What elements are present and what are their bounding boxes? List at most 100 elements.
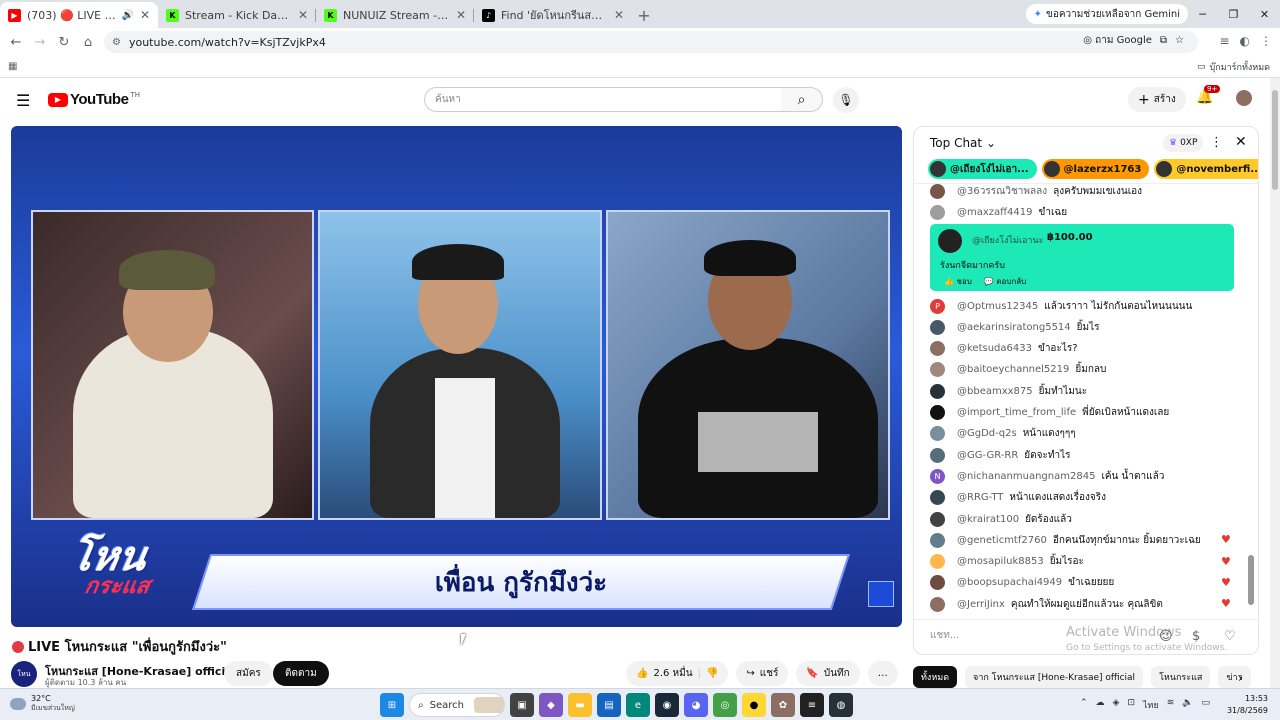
chat-author-name[interactable]: @Optmus12345 [957,301,1038,312]
chat-author-name[interactable]: @nichananmuangnam2845 [957,471,1095,482]
audio-icon[interactable]: 🔊 [121,10,133,21]
hamburger-menu-icon[interactable]: ☰ [16,91,30,110]
language-indicator[interactable]: ไทย [1143,698,1159,712]
file-explorer-icon[interactable]: ▬ [568,693,592,717]
chat-author-name[interactable]: @ketsuda6433 [957,343,1032,354]
chevron-right-icon[interactable]: › [1238,671,1243,685]
chat-author-name[interactable]: @GG-GR-RR [957,450,1018,461]
discord-icon[interactable]: ◕ [684,693,708,717]
notifications-button[interactable]: 🔔 9+ [1196,85,1221,105]
taskbar-search[interactable]: ⌕ Search [409,693,505,717]
chat-author-name[interactable]: @mosapiluk8853 [957,556,1044,567]
chat-message[interactable]: @maxzaff4419 ขำเฉย [930,202,1067,222]
chat-message[interactable]: @boopsupachai4949 ขำเฉยยยย [930,573,1114,593]
new-tab-button[interactable]: + [632,2,656,28]
windows-start-icon[interactable]: ⊞ [380,693,404,717]
browser-tab-tiktok[interactable]: ♪ Find 'ยัดโหนกรีนสตาสุด' on TikTok ✕ [474,2,632,28]
taskbar-clock[interactable]: 13:53 31/8/2569 [1227,693,1268,717]
browser-tab-youtube[interactable]: ▶ (703) 🔴 LIVE โหนกระแส "เพื่อนกูรักมึงว… [0,2,158,28]
home-icon[interactable]: ⌂ [76,30,100,54]
close-tab-icon[interactable]: ✕ [298,8,308,22]
filter-chip[interactable]: ข่าว [1218,666,1251,688]
apps-grid-icon[interactable]: ▦ [8,61,17,72]
edge-icon[interactable]: e [626,693,650,717]
close-chat-icon[interactable]: ✕ [1235,134,1247,150]
xp-badge[interactable]: ♛ 0XP [1163,134,1204,152]
google-lens-button[interactable]: ◎ ถาม Google [1083,33,1152,48]
chat-author-name[interactable]: @JerriJinx [957,599,1005,610]
chat-message[interactable]: @RRG-TT หน้าแดงแสดงเรื่องจริง [930,488,1106,508]
join-button[interactable]: สมัคร [224,661,273,686]
top-chat-dropdown[interactable]: Top Chat ⌄ [930,136,996,150]
chat-message[interactable]: @36วรรณวิชาพลลง ลุงครับพมมเขเงนเอง [930,184,1142,201]
shield-icon[interactable]: ◈ [1113,698,1120,712]
extension-icon[interactable]: ◐ [1240,34,1250,48]
steam-icon[interactable]: ◉ [655,693,679,717]
chat-author-name[interactable]: @geneticmtf2760 [957,535,1047,546]
chat-message[interactable]: @geneticmtf2760 อีกคนนึงทุกข์มากนะ ยิ้มดย… [930,530,1201,550]
superchat-ticker[interactable]: @lazerzx1763 [1041,159,1150,179]
filter-chip[interactable]: ทั้งหมด [913,666,958,688]
superchat-ticker[interactable]: @เถียงโง่ไม่เอา... [928,159,1037,179]
voice-search-button[interactable]: 🎙 [833,87,859,113]
obs-icon[interactable]: ◍ [829,693,853,717]
close-tab-icon[interactable]: ✕ [140,8,150,22]
filter-chip[interactable]: จาก โหนกระแส [Hone-Krasae] official [965,666,1144,688]
thumbs-down-icon[interactable]: 👎 [706,668,718,679]
create-button[interactable]: + สร้าง [1128,87,1186,112]
close-tab-icon[interactable]: ✕ [456,8,466,22]
site-info-icon[interactable]: ⚙ [112,37,121,48]
network-icon[interactable]: ⊡ [1127,698,1135,712]
app-icon-2[interactable]: ✿ [771,693,795,717]
chat-message[interactable]: @ketsuda6433 ขำอะไร? [930,339,1078,359]
chat-message[interactable]: N @nichananmuangnam2845 เค้น น้ำตาแล้ว [930,466,1164,486]
forward-icon[interactable]: → [28,30,52,54]
chat-menu-icon[interactable]: ⋮ [1210,135,1223,150]
chevron-up-icon[interactable]: ⌃ [1080,698,1088,712]
battery-icon[interactable]: ▭ [1201,698,1210,712]
search-input[interactable]: ค้นหา [424,87,782,112]
superchat-reply-button[interactable]: 💬 ตอบกลับ [984,275,1026,288]
chat-author-name[interactable]: @bbeamxx875 [957,386,1033,397]
chat-message[interactable]: @import_time_from_life พี่ยัดเบิลหน้าแดงเ… [930,403,1169,423]
chat-author-name[interactable]: @GgDd-q2s [957,428,1017,439]
save-button[interactable]: 🔖 บันทึก [796,661,860,686]
chat-author-name[interactable]: @krairat100 [957,514,1019,525]
url-field[interactable]: ⚙ youtube.com/watch?v=KsjTZvjkPx4 [104,31,1198,53]
share-button[interactable]: ↪ แชร์ [736,661,789,686]
super-chat-icon[interactable]: $ [1192,629,1200,644]
task-view-icon[interactable]: ▣ [510,693,534,717]
volume-icon[interactable]: 🔈 [1182,698,1193,712]
gemini-button[interactable]: ✦ ขอความช่วยเหลือจาก Gemini [1025,4,1188,24]
chat-message[interactable]: @krairat100 ยัดร้องแล้ว [930,509,1072,529]
superchat-ticker[interactable]: @novemberfi... [1154,159,1258,179]
chat-message[interactable]: @aekarinsiratong5514 ยิ้มไร [930,317,1100,337]
chat-author-name[interactable]: @36วรรณวิชาพลลง [957,184,1047,199]
close-tab-icon[interactable]: ✕ [614,8,624,22]
menu-icon[interactable]: ⋮ [1260,34,1272,48]
chat-message[interactable]: @GgDd-q2s หน้าแดงๆๆๆ [930,424,1076,444]
chat-scrollbar[interactable] [1248,185,1254,615]
weather-widget[interactable]: 32°C มีเมฆส่วนใหญ่ [10,694,75,714]
bookmark-star-icon[interactable]: ☆ [1175,35,1184,46]
chat-author-name[interactable]: @maxzaff4419 [957,207,1033,218]
subscribe-button[interactable]: ติดตาม [273,661,329,686]
copilot-icon[interactable]: ◆ [539,693,563,717]
youtube-logo[interactable]: ▶ YouTube TH [48,91,140,108]
install-icon[interactable]: ⧉ [1160,35,1167,46]
chat-message[interactable]: @bbeamxx875 ยิ้มทำไมนะ [930,381,1087,401]
app-icon-3[interactable]: ≡ [800,693,824,717]
filter-chip[interactable]: โหนกระแส [1151,666,1211,688]
like-button[interactable]: 👍 2.6 หมื่น | 👎 [626,661,729,686]
tab-search-icon[interactable]: ≡ [1219,34,1229,48]
chat-message[interactable]: @mosapiluk8853 ยิ้มไรอะ [930,552,1084,572]
chat-author-name[interactable]: @aekarinsiratong5514 [957,322,1071,333]
channel-avatar[interactable]: โหน [11,661,37,687]
back-icon[interactable]: ← [4,30,28,54]
browser-tab-kick-stream[interactable]: K NUNUIZ Stream - Watch Live on Kick ✕ [316,2,474,28]
superchat-like-button[interactable]: 👍 ชอบ [944,275,972,288]
browser-tab-kick-dashboard[interactable]: K Stream - Kick Dashboard ✕ [158,2,316,28]
page-scrollbar[interactable] [1270,78,1280,688]
chrome-icon[interactable]: ◎ [713,693,737,717]
chat-message[interactable]: @GG-GR-RR ยัดจะทำไร [930,445,1070,465]
